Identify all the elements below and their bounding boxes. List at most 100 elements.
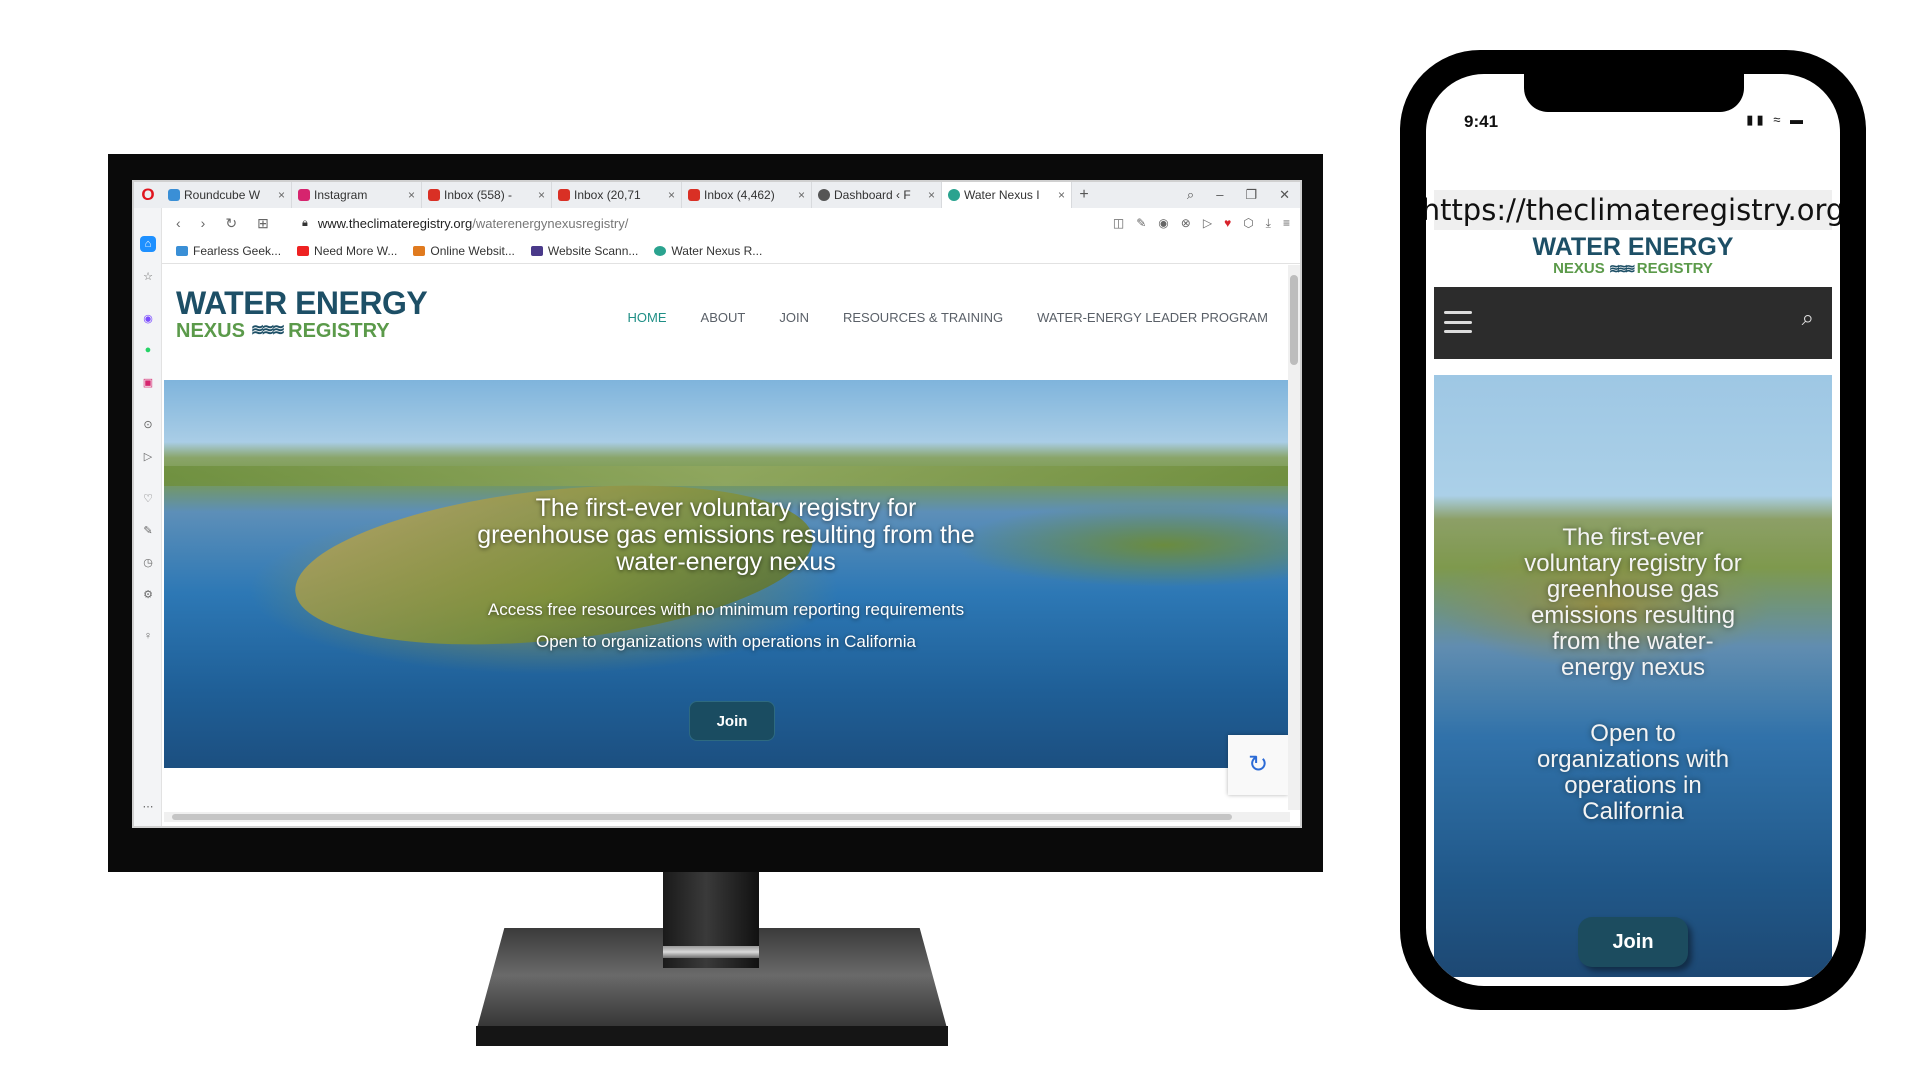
heart-icon[interactable]: ♡ [140, 490, 156, 506]
hero-subtitle-1: Access free resources with no minimum re… [487, 600, 965, 619]
close-tab-icon[interactable]: × [798, 188, 805, 202]
edit-icon[interactable]: ✎ [140, 522, 156, 538]
bookmark-label: Need More W... [314, 243, 398, 258]
speed-dial-icon[interactable]: ⊞ [257, 215, 269, 232]
bookmark-label: Website Scann... [547, 243, 639, 258]
scrollbar-thumb[interactable] [172, 814, 1232, 820]
back-icon[interactable]: ‹ [176, 215, 181, 232]
phone-site-logo[interactable]: WATER ENERGY NEXUS ≋≋≋ REGISTRY [1426, 234, 1840, 278]
url-host: www.theclimateregistry.org [317, 215, 473, 231]
battery-icon: ▬ [1790, 112, 1806, 127]
browser-tab[interactable]: Dashboard ‹ F × [812, 182, 942, 208]
download-icon[interactable]: ⤓ [1266, 216, 1271, 231]
block-icon[interactable]: ⊗ [1181, 216, 1191, 231]
status-icons: ▮▮ ≈ ▬ [1746, 112, 1806, 128]
waves-icon: ≋≋≋ [1608, 261, 1636, 276]
address-bar: ‹ › ↻ ⊞ 🔒︎ www.theclimateregistry.org/wa… [134, 208, 1300, 238]
vertical-scrollbar[interactable] [1288, 265, 1300, 810]
youtube-icon [297, 245, 310, 256]
recaptcha-icon: ↻ [1247, 751, 1269, 778]
browser-window: O Roundcube W × Instagram × Inbox (558) - ×… [132, 180, 1302, 828]
phone-frame: 9:41 ▮▮ ≈ ▬ https://theclimateregistry.o… [1400, 50, 1866, 1010]
send-icon[interactable]: ▷ [1203, 216, 1212, 231]
close-tab-icon[interactable]: × [1058, 188, 1065, 202]
signal-icon: ▮▮ [1746, 112, 1767, 127]
tab-label: Inbox (20,71 [574, 188, 641, 202]
history-icon[interactable]: ◷ [140, 554, 156, 570]
nav-home[interactable]: HOME [628, 310, 667, 325]
logo-registry: REGISTRY [288, 320, 390, 342]
player-icon[interactable]: ⊙ [140, 416, 156, 432]
edit-icon[interactable]: ✎ [1136, 216, 1146, 231]
whatsapp-icon[interactable]: ● [140, 342, 156, 358]
horizontal-scrollbar[interactable] [164, 812, 1290, 822]
search-tabs-icon[interactable]: ⌕ [1187, 187, 1194, 203]
search-icon[interactable]: ⌕ [1802, 305, 1814, 331]
monitor-stand-foot [476, 1026, 948, 1046]
gmail-icon [688, 189, 700, 201]
hamburger-menu-icon[interactable] [1444, 311, 1472, 333]
monitor-frame: O Roundcube W × Instagram × Inbox (558) - ×… [108, 154, 1323, 872]
bookmark-item[interactable]: Fearless Geek... [176, 244, 281, 258]
nav-resources-training[interactable]: RESOURCES & TRAINING [843, 310, 1003, 325]
heart-icon[interactable]: ♥ [1224, 216, 1231, 231]
logo-nexus: NEXUS [1553, 260, 1605, 277]
browser-tab-active[interactable]: Water Nexus I × [942, 182, 1072, 208]
bookmark-item[interactable]: Online Websit... [413, 244, 515, 258]
url-field[interactable]: 🔒︎ www.theclimateregistry.org/waterenerg… [302, 216, 628, 231]
bookmark-item[interactable]: Need More W... [297, 244, 397, 258]
monitor-stand-ring [663, 946, 759, 958]
tips-icon[interactable]: ♀ [140, 628, 156, 644]
bookmarks-icon[interactable]: ☆ [140, 268, 156, 284]
instagram-icon[interactable]: ▣ [140, 374, 156, 390]
send-icon[interactable]: ▷ [140, 448, 156, 464]
hero-subtitle-2: Open to organizations with operations in… [536, 632, 916, 651]
instagram-icon [298, 189, 310, 201]
forward-icon[interactable]: › [201, 215, 206, 232]
scrollbar-thumb[interactable] [1290, 275, 1298, 365]
browser-tab[interactable]: Instagram × [292, 182, 422, 208]
hero-banner: The first-ever voluntary registry for gr… [164, 380, 1288, 795]
nav-join[interactable]: JOIN [779, 310, 809, 325]
climate-registry-icon [948, 189, 960, 201]
more-icon[interactable]: ⋯ [140, 798, 156, 814]
reader-icon[interactable]: ◫ [1113, 216, 1124, 231]
minimize-icon[interactable]: – [1216, 187, 1223, 203]
close-tab-icon[interactable]: × [668, 188, 675, 202]
menu-icon[interactable]: ≡ [1283, 216, 1290, 231]
join-button[interactable]: Join [689, 701, 775, 741]
restore-icon[interactable]: ❐ [1245, 187, 1257, 203]
close-tab-icon[interactable]: × [408, 188, 415, 202]
browser-tab[interactable]: Inbox (558) - × [422, 182, 552, 208]
close-tab-icon[interactable]: × [278, 188, 285, 202]
browser-tab[interactable]: Inbox (20,71 × [552, 182, 682, 208]
nav-about[interactable]: ABOUT [701, 310, 746, 325]
close-tab-icon[interactable]: × [538, 188, 545, 202]
recaptcha-badge[interactable]: ↻ [1228, 735, 1288, 795]
phone-join-button[interactable]: Join [1578, 917, 1688, 967]
phone-url-field[interactable]: https://theclimateregistry.org [1426, 190, 1840, 230]
close-window-icon[interactable]: ✕ [1279, 187, 1290, 203]
phone-nav-bar: ⌕ [1434, 287, 1832, 359]
new-tab-button[interactable]: + [1072, 186, 1096, 204]
bookmark-item[interactable]: Website Scann... [530, 243, 639, 258]
opera-logo-icon[interactable]: O [134, 185, 162, 205]
browser-tab[interactable]: Roundcube W × [162, 182, 292, 208]
phone-notch [1524, 74, 1744, 112]
reload-icon[interactable]: ↻ [225, 215, 237, 232]
browser-tab[interactable]: Inbox (4,462) × [682, 182, 812, 208]
bookmark-item[interactable]: Water Nexus R... [654, 244, 762, 258]
site-logo[interactable]: WATER ENERGY NEXUS ≋≋≋ REGISTRY [176, 287, 428, 343]
phone-hero-title: The first-ever voluntary registry for gr… [1524, 524, 1742, 681]
messenger-icon[interactable]: ◉ [140, 310, 156, 326]
address-tools: ◫ ✎ ◉ ⊗ ▷ ♥ ⬡ ⤓ ≡ [1113, 216, 1300, 231]
nav-leader-program[interactable]: WATER-ENERGY LEADER PROGRAM [1037, 310, 1268, 325]
home-icon[interactable]: ⌂ [140, 236, 156, 252]
bookmark-favicon-icon [413, 245, 426, 256]
close-tab-icon[interactable]: × [928, 188, 935, 202]
extensions-icon[interactable]: ⬡ [1243, 216, 1253, 231]
settings-icon[interactable]: ⚙ [140, 586, 156, 602]
roundcube-icon [168, 189, 180, 201]
snapshot-icon[interactable]: ◉ [1158, 216, 1168, 231]
browser-sidebar: ⌂ ☆ ◉ ● ▣ ⊙ ▷ ♡ ✎ ◷ ⚙ ♀ ⋯ [134, 208, 162, 826]
